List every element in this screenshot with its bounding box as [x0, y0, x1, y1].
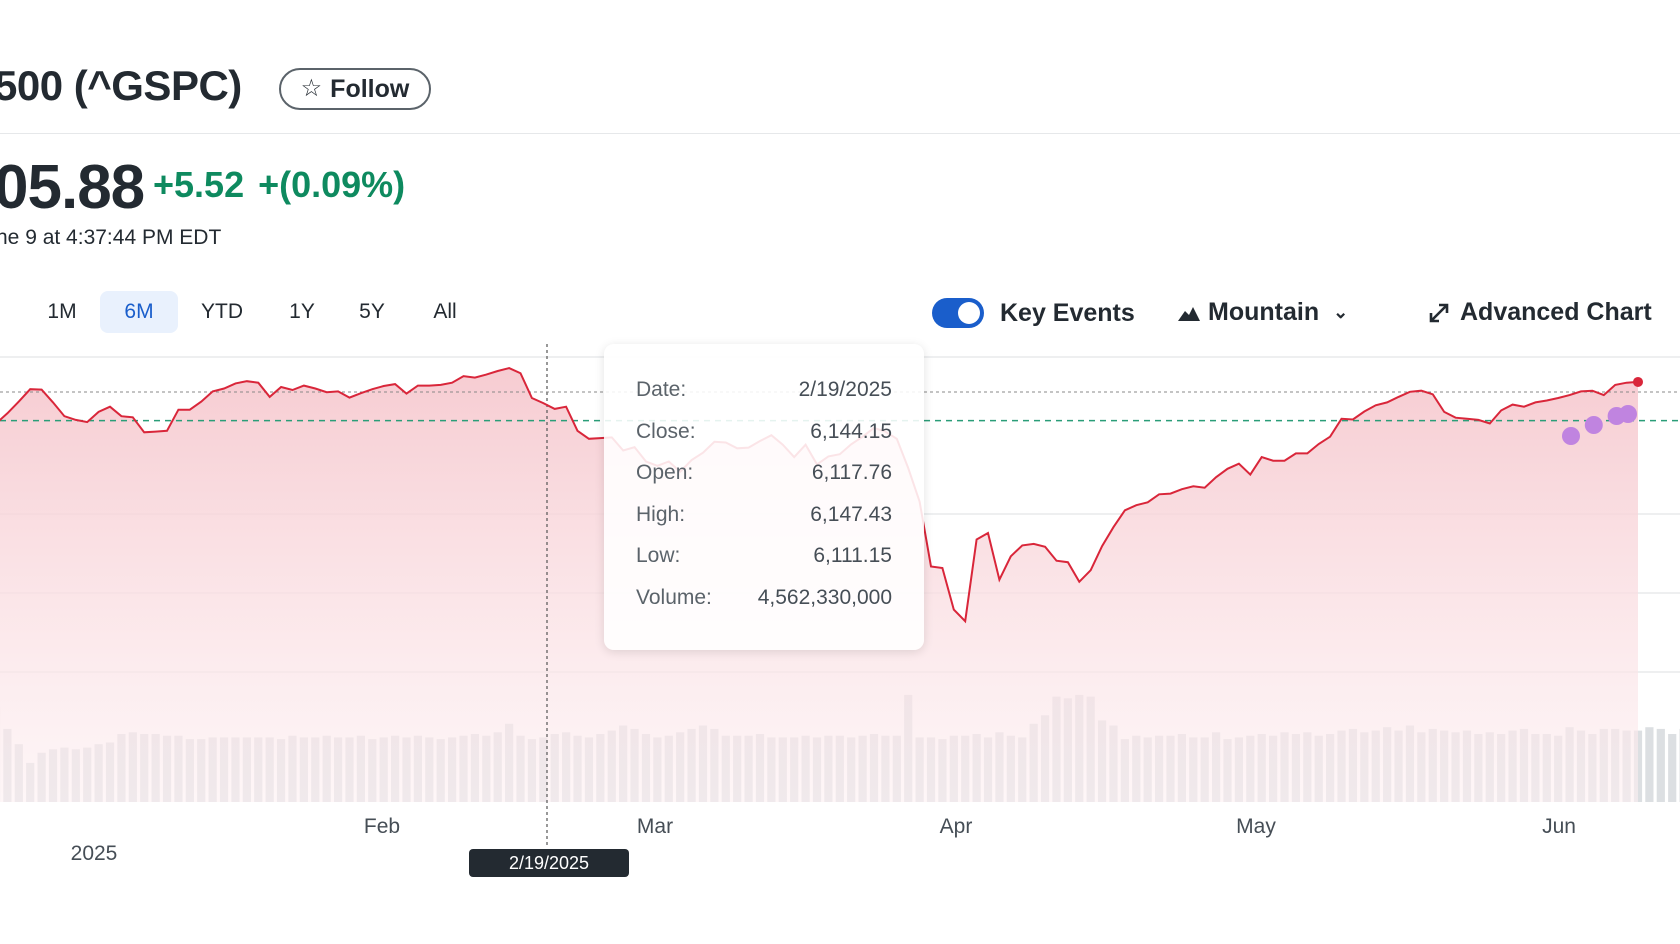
key-event-marker[interactable] [1584, 416, 1603, 434]
follow-label: Follow [330, 74, 410, 103]
tab-range-1y[interactable]: 1Y [280, 291, 324, 333]
star-icon: ☆ [300, 75, 323, 102]
advanced-chart-button[interactable]: Advanced Chart [1428, 298, 1652, 327]
chart-type-dropdown[interactable]: Mountain ⌄ [1178, 298, 1348, 327]
follow-button[interactable]: ☆ Follow [279, 68, 431, 110]
tooltip-high: High: 6,147.43 [636, 502, 892, 526]
tab-range-1m[interactable]: 1M [38, 291, 86, 333]
volume-bar [1656, 728, 1665, 802]
tooltip-volume: Volume: 4,562,330,000 [636, 585, 892, 609]
change-percent: +(0.09%) [258, 164, 406, 205]
volume-bar [1668, 734, 1677, 802]
tab-range-6m[interactable]: 6M [100, 291, 178, 333]
chevron-down-icon: ⌄ [1333, 302, 1349, 322]
current-price: 05.88 [0, 153, 145, 222]
x-axis-label: Mar [637, 815, 673, 838]
chart-type-label: Mountain [1208, 298, 1320, 326]
x-axis-label: Feb [364, 815, 400, 838]
data-tooltip: Date: 2/19/2025 Close: 6,144.15 Open: 6,117… [604, 344, 924, 650]
crosshair-date-badge: 2/19/2025 [469, 849, 629, 877]
price-change: +5.52 +(0.09%) [153, 164, 405, 206]
expand-icon [1429, 303, 1449, 322]
last-price-dot [1633, 376, 1643, 387]
key-event-marker[interactable] [1619, 405, 1637, 423]
tooltip-date: Date: 2/19/2025 [636, 378, 892, 401]
change-value: +5.52 [153, 164, 245, 205]
tab-range-all[interactable]: All [420, 291, 470, 333]
tab-range-5y[interactable]: 5Y [350, 291, 394, 333]
divider [0, 133, 1680, 134]
tooltip-low: Low: 6,111.15 [636, 544, 892, 567]
key-events-toggle[interactable] [932, 298, 984, 328]
x-axis-label: 2025 [71, 842, 118, 865]
tooltip-open: Open: 6,117.76 [636, 461, 892, 484]
volume-bar [1645, 727, 1654, 802]
x-axis-label: Apr [940, 815, 973, 838]
tooltip-close: Close: 6,144.15 [636, 419, 892, 443]
mountain-icon [1178, 306, 1200, 321]
x-axis-label: May [1236, 815, 1276, 838]
page-title: 500 (^GSPC) [0, 62, 242, 109]
x-axis-label: Jun [1542, 815, 1576, 838]
quote-timestamp: ne 9 at 4:37:44 PM EDT [0, 226, 222, 249]
tab-range-d[interactable]: D [0, 291, 10, 333]
tab-range-ytd[interactable]: YTD [194, 291, 250, 333]
key-events-label: Key Events [1000, 299, 1135, 327]
advanced-chart-label: Advanced Chart [1460, 298, 1652, 326]
key-event-marker[interactable] [1561, 427, 1580, 445]
